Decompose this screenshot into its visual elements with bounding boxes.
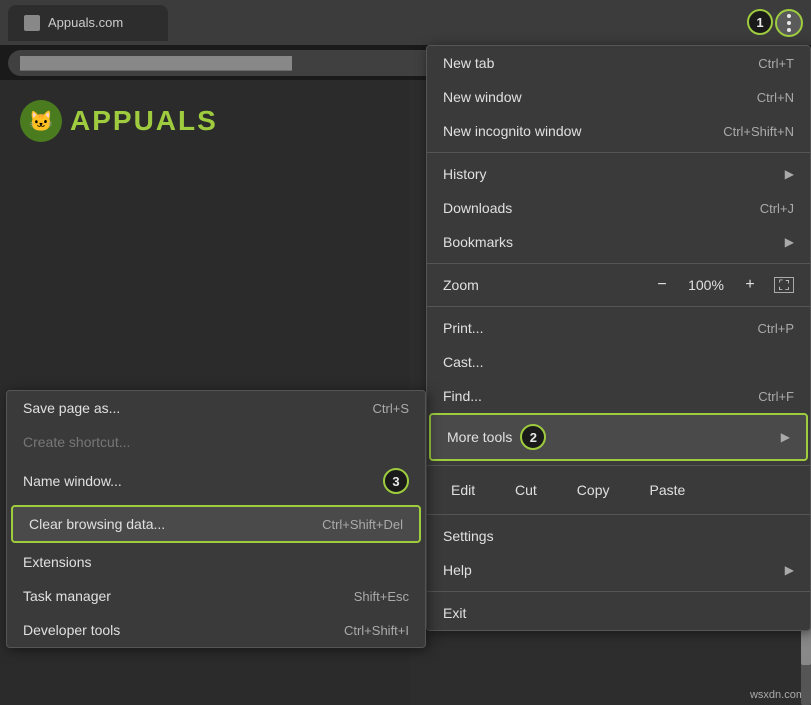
- omnibox-text: ████████████████████████████████: [20, 56, 292, 70]
- submenu-label-developer-tools: Developer tools: [23, 622, 120, 638]
- divider-6: [427, 591, 810, 592]
- tab-favicon: [24, 15, 40, 31]
- submenu-item-name-window[interactable]: Name window... 3: [7, 459, 425, 503]
- more-tools-arrow-icon: ▶: [781, 430, 790, 444]
- paste-button[interactable]: Paste: [629, 476, 705, 504]
- tab-bar: Appuals.com: [8, 5, 803, 41]
- browser-top-bar: Appuals.com 1: [0, 0, 811, 45]
- divider-1: [427, 152, 810, 153]
- submenu-shortcut-developer-tools: Ctrl+Shift+I: [344, 623, 409, 638]
- bookmarks-arrow-icon: ▶: [785, 235, 794, 249]
- menu-label-print: Print...: [443, 320, 483, 336]
- menu-item-cast[interactable]: Cast...: [427, 345, 810, 379]
- submenu-item-clear-browsing[interactable]: Clear browsing data... Ctrl+Shift+Del: [11, 505, 421, 543]
- menu-item-downloads[interactable]: Downloads Ctrl+J: [427, 191, 810, 225]
- menu-label-new-tab: New tab: [443, 55, 494, 71]
- active-tab[interactable]: Appuals.com: [8, 5, 168, 41]
- appuals-logo-icon: 🐱: [20, 100, 62, 142]
- more-options-button[interactable]: [775, 9, 803, 37]
- submenu-shortcut-clear-browsing: Ctrl+Shift+Del: [322, 517, 403, 532]
- menu-shortcut-incognito: Ctrl+Shift+N: [723, 124, 794, 139]
- edit-label: Edit: [435, 476, 495, 504]
- submenu-item-extensions[interactable]: Extensions: [7, 545, 425, 579]
- menu-shortcut-downloads: Ctrl+J: [760, 201, 794, 216]
- menu-item-new-window[interactable]: New window Ctrl+N: [427, 80, 810, 114]
- menu-item-more-tools[interactable]: More tools 2 ▶: [429, 413, 808, 461]
- step-3-badge: 3: [383, 468, 409, 494]
- menu-item-settings[interactable]: Settings: [427, 519, 810, 553]
- submenu-label-save-page: Save page as...: [23, 400, 120, 416]
- submenu-shortcut-task-manager: Shift+Esc: [354, 589, 409, 604]
- more-tools-submenu: Save page as... Ctrl+S Create shortcut..…: [6, 390, 426, 648]
- zoom-value-display: 100%: [686, 277, 726, 293]
- menu-item-print[interactable]: Print... Ctrl+P: [427, 311, 810, 345]
- divider-2: [427, 263, 810, 264]
- menu-label-new-window: New window: [443, 89, 522, 105]
- edit-row: Edit Cut Copy Paste: [435, 470, 802, 510]
- submenu-label-create-shortcut: Create shortcut...: [23, 434, 130, 450]
- zoom-label: Zoom: [443, 277, 650, 293]
- menu-item-find[interactable]: Find... Ctrl+F: [427, 379, 810, 413]
- menu-label-more-tools: More tools: [447, 429, 512, 445]
- history-arrow-icon: ▶: [785, 167, 794, 181]
- zoom-fullscreen-button[interactable]: ⛶: [774, 277, 794, 293]
- zoom-controls: − 100% + ⛶: [650, 276, 794, 294]
- zoom-control-row: Zoom − 100% + ⛶: [427, 268, 810, 302]
- menu-item-new-tab[interactable]: New tab Ctrl+T: [427, 46, 810, 80]
- chrome-main-menu: New tab Ctrl+T New window Ctrl+N New inc…: [426, 45, 811, 631]
- submenu-item-developer-tools[interactable]: Developer tools Ctrl+Shift+I: [7, 613, 425, 647]
- menu-label-cast: Cast...: [443, 354, 483, 370]
- menu-shortcut-print: Ctrl+P: [758, 321, 794, 336]
- menu-item-history[interactable]: History ▶: [427, 157, 810, 191]
- divider-3: [427, 306, 810, 307]
- menu-shortcut-new-window: Ctrl+N: [757, 90, 794, 105]
- menu-label-exit: Exit: [443, 605, 466, 621]
- three-dots-icon: [787, 14, 791, 32]
- submenu-item-create-shortcut: Create shortcut...: [7, 425, 425, 459]
- copy-button[interactable]: Copy: [557, 476, 630, 504]
- zoom-minus-button[interactable]: −: [650, 276, 674, 294]
- divider-5: [427, 514, 810, 515]
- watermark: wsxdn.com: [750, 689, 805, 701]
- step-1-badge: 1: [747, 9, 773, 35]
- help-arrow-icon: ▶: [785, 563, 794, 577]
- tab-title: Appuals.com: [48, 15, 152, 30]
- menu-item-help[interactable]: Help ▶: [427, 553, 810, 587]
- menu-shortcut-find: Ctrl+F: [758, 389, 794, 404]
- menu-label-downloads: Downloads: [443, 200, 512, 216]
- submenu-label-extensions: Extensions: [23, 554, 91, 570]
- menu-label-help: Help: [443, 562, 472, 578]
- submenu-label-task-manager: Task manager: [23, 588, 111, 604]
- menu-label-find: Find...: [443, 388, 482, 404]
- menu-label-settings: Settings: [443, 528, 494, 544]
- step-2-badge: 2: [520, 424, 546, 450]
- appuals-logo: 🐱 APPUALS: [20, 100, 218, 142]
- menu-item-bookmarks[interactable]: Bookmarks ▶: [427, 225, 810, 259]
- submenu-shortcut-save-page: Ctrl+S: [373, 401, 409, 416]
- menu-item-new-incognito[interactable]: New incognito window Ctrl+Shift+N: [427, 114, 810, 148]
- divider-4: [427, 465, 810, 466]
- menu-shortcut-new-tab: Ctrl+T: [758, 56, 794, 71]
- menu-label-bookmarks: Bookmarks: [443, 234, 513, 250]
- appuals-logo-text: APPUALS: [70, 105, 218, 137]
- submenu-item-task-manager[interactable]: Task manager Shift+Esc: [7, 579, 425, 613]
- zoom-plus-button[interactable]: +: [738, 276, 762, 294]
- submenu-label-name-window: Name window...: [23, 473, 122, 489]
- menu-label-incognito: New incognito window: [443, 123, 582, 139]
- cut-button[interactable]: Cut: [495, 476, 557, 504]
- submenu-item-save-page[interactable]: Save page as... Ctrl+S: [7, 391, 425, 425]
- submenu-label-clear-browsing: Clear browsing data...: [29, 516, 165, 532]
- menu-label-history: History: [443, 166, 487, 182]
- menu-item-exit[interactable]: Exit: [427, 596, 810, 630]
